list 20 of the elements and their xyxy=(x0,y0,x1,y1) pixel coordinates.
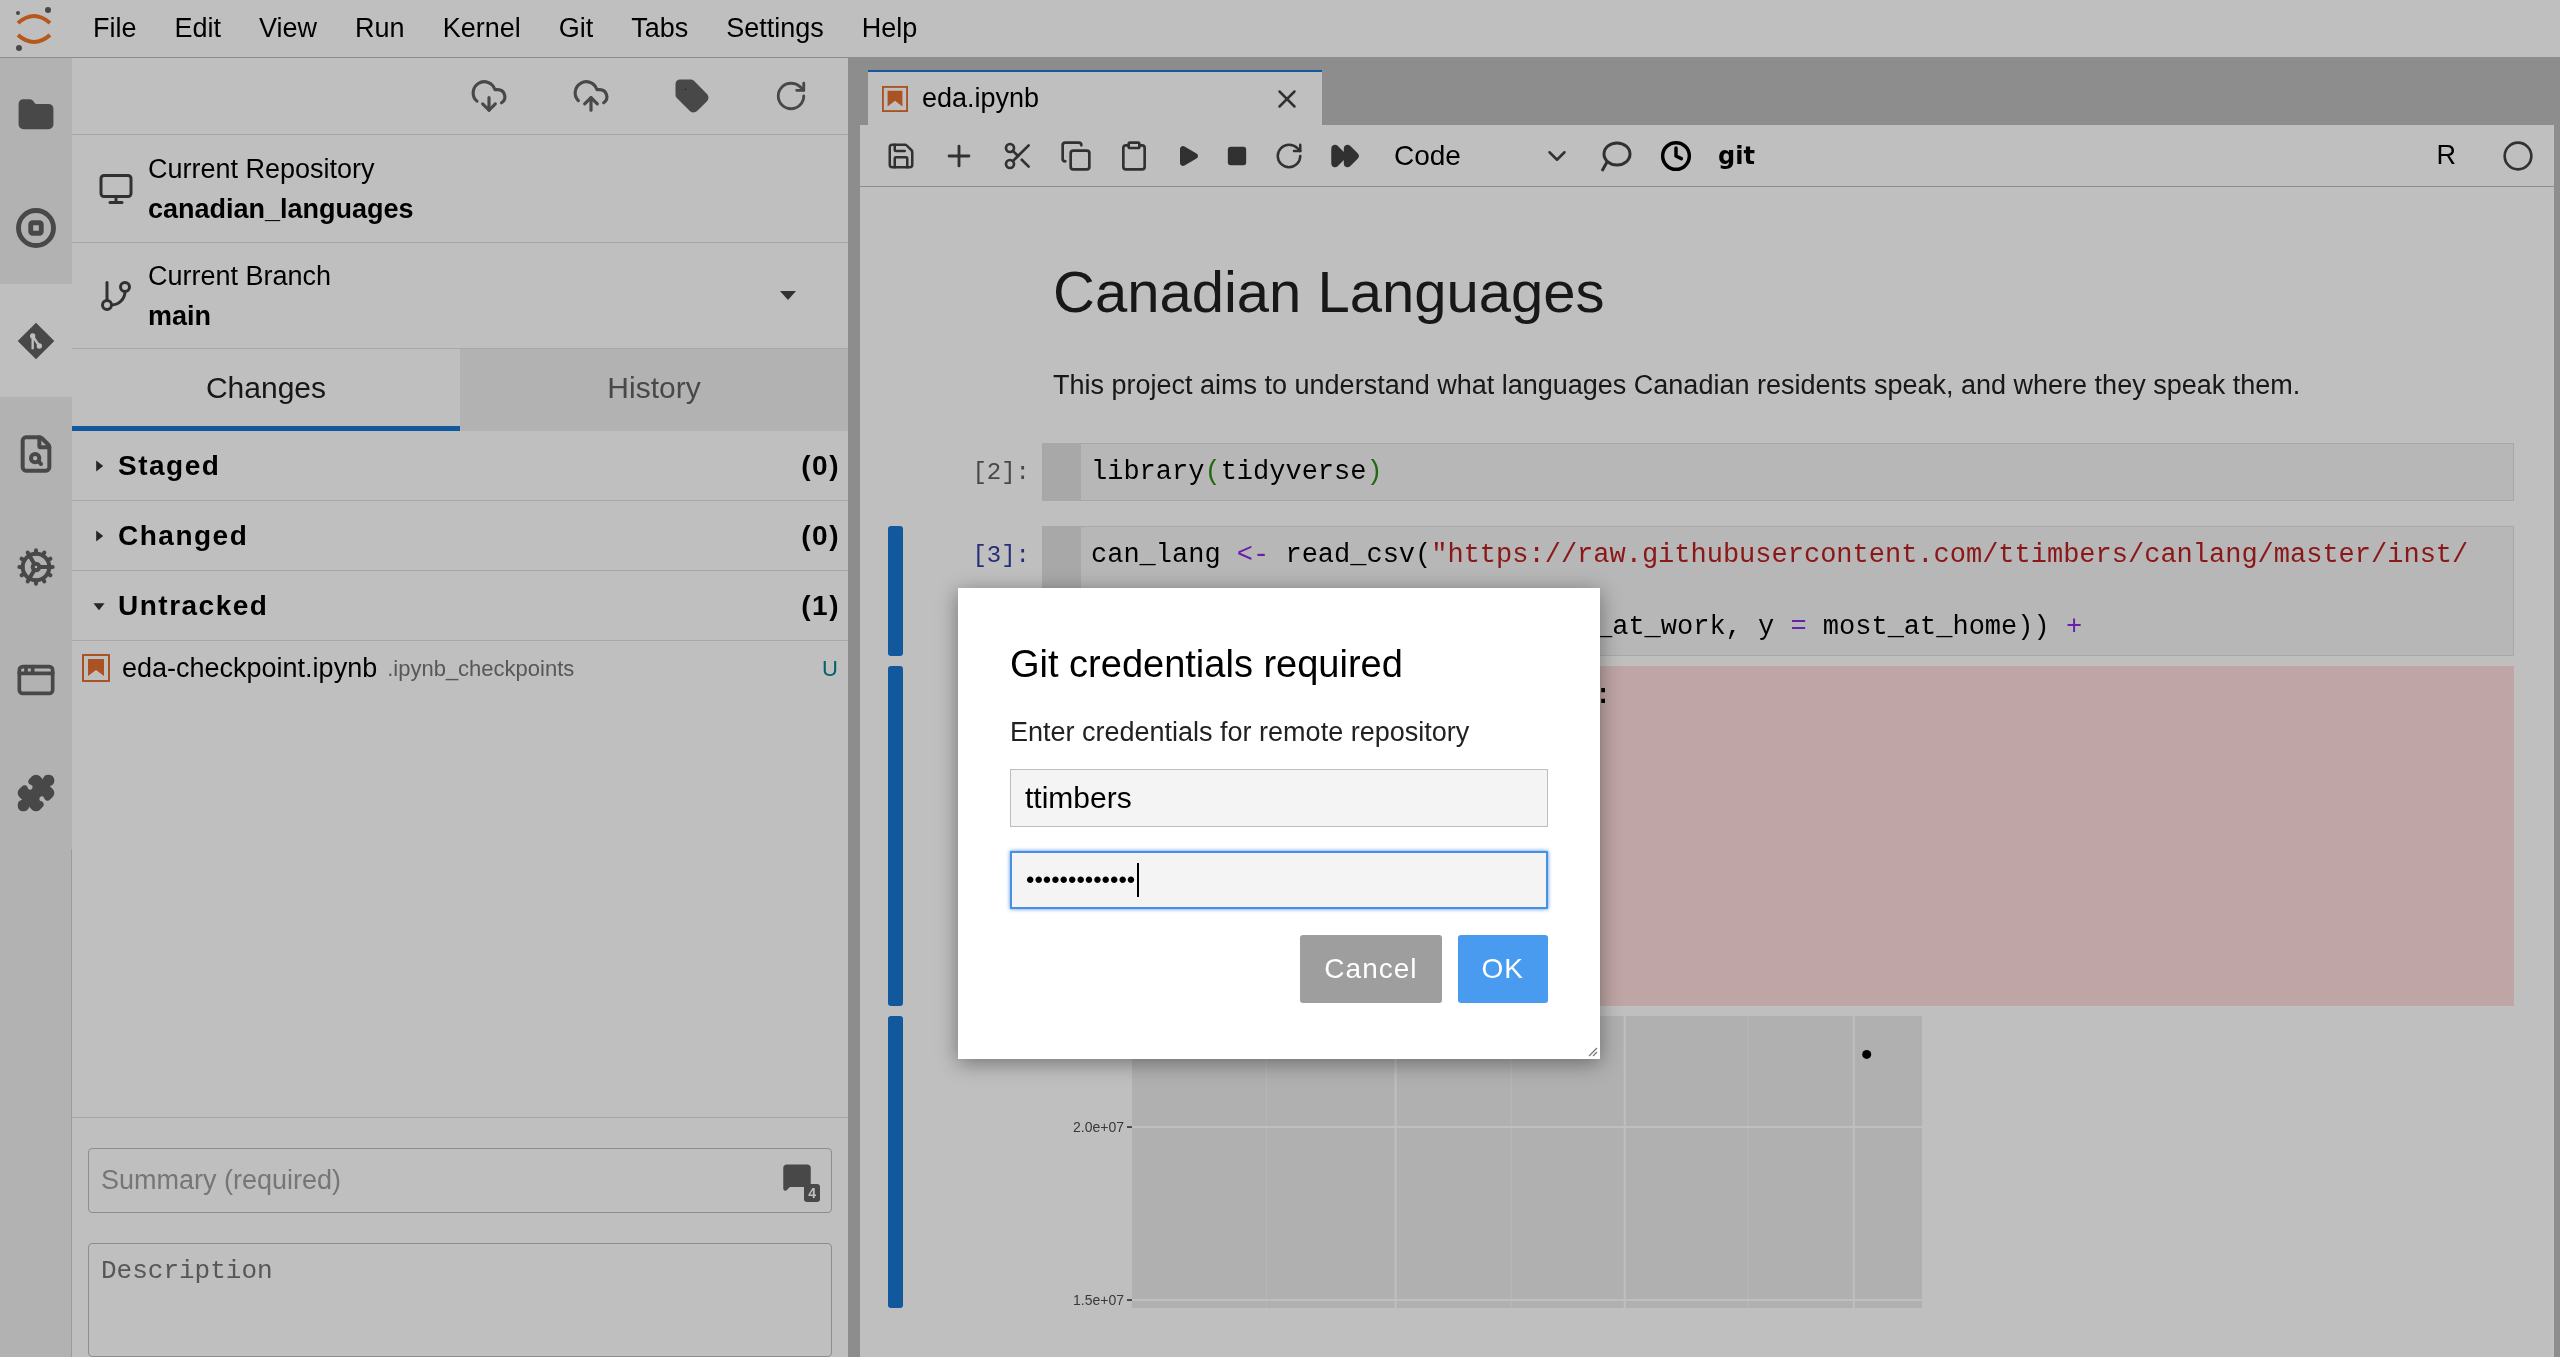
dialog-message: Enter credentials for remote repository xyxy=(1010,716,1471,749)
branch-name: main xyxy=(148,299,213,333)
cell-prompt: [3]: xyxy=(972,541,1030,570)
notebook-heading: Canadian Languages xyxy=(1053,258,1606,326)
tab-title: eda.ipynb xyxy=(922,82,1041,116)
branch-label: Current Branch xyxy=(148,259,333,293)
repository-label: Current Repository xyxy=(148,152,376,186)
cell-prompt: [2]: xyxy=(972,458,1030,487)
code-line: can_lang <- read_csv("https://raw.githubusercontent.com/ttimbers/canlang/master/inst/ xyxy=(1091,539,2469,572)
y-tick-label: 2.0e+07 xyxy=(1073,1119,1124,1136)
error-text: : xyxy=(1595,680,1612,713)
file-name: eda-checkpoint.ipynb xyxy=(122,651,378,685)
notebook-paragraph: This project aims to understand what languages Canadian residents speak, and where they speak them. xyxy=(1053,369,2302,402)
code-line: _at_work, y = most_at_home)) + xyxy=(1596,611,2084,644)
kernel-name: R xyxy=(2436,139,2456,173)
file-path: .ipynb_checkpoints xyxy=(387,654,576,683)
file-status: U xyxy=(822,654,838,683)
code-line: library(tidyverse) xyxy=(1091,456,1383,489)
repository-name: canadian_languages xyxy=(148,192,414,226)
y-tick-label: 1.5e+07 xyxy=(1073,1292,1124,1308)
